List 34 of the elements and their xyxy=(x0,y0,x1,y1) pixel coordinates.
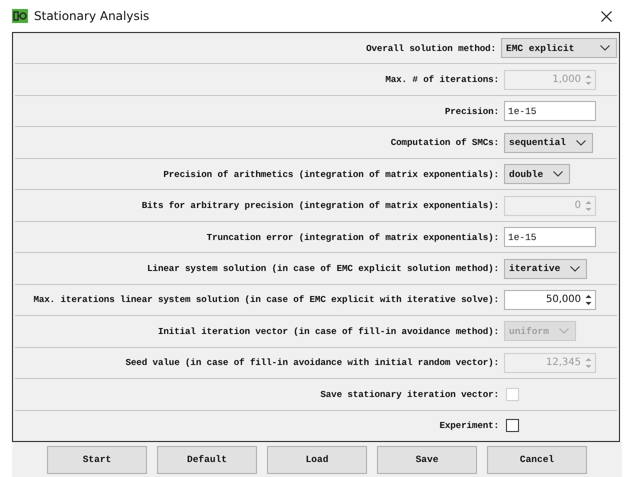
number-spinner[interactable]: 50,000 xyxy=(504,290,596,310)
field-label: Computation of SMCs: xyxy=(390,137,499,148)
dialog-button[interactable]: Load xyxy=(267,446,367,474)
input-field[interactable]: 1e-15 xyxy=(504,101,596,122)
field-label: Seed value (in case of fill-in avoidance with initial random vector): xyxy=(124,357,499,368)
window-title: Stationary Analysis xyxy=(34,9,150,23)
dialog-button[interactable]: Cancel xyxy=(487,446,587,474)
chevron-icon xyxy=(553,171,564,178)
dropdown[interactable]: sequential xyxy=(504,132,594,153)
field-label: Precision of arithmetics (integration of matrix exponentials): xyxy=(162,168,499,180)
field-label: Overall solution method: xyxy=(365,42,496,54)
field-label: Bits for arbitrary precision (integration of matrix exponentials): xyxy=(140,200,499,212)
chevron-icon xyxy=(600,45,610,52)
field-label: Max. # of iterations: xyxy=(384,74,499,86)
close-icon[interactable] xyxy=(601,10,612,22)
field-label: Initial iteration vector (in case of fill-in avoidance method): xyxy=(156,326,499,337)
checkbox[interactable] xyxy=(506,419,519,432)
field-label: Precision: xyxy=(444,106,499,117)
dialog-button[interactable]: Start xyxy=(47,446,147,474)
dropdown[interactable]: iterative xyxy=(504,258,588,279)
field-label: Max. iterations linear system solution (in case of EMC explicit with iterative solve): xyxy=(32,294,499,306)
input-field[interactable]: 1e-15 xyxy=(504,227,596,248)
field-label: Experiment: xyxy=(438,420,499,432)
app-icon xyxy=(12,9,28,23)
field-label: Linear system solution (in case of EMC explicit solution method): xyxy=(146,263,499,274)
chevron-icon xyxy=(570,266,580,272)
dialog-button[interactable]: Save xyxy=(377,446,477,474)
chevron-icon xyxy=(558,328,569,334)
field-label: Save stationary iteration vector: xyxy=(319,388,499,400)
dialog-button[interactable]: Default xyxy=(157,446,257,474)
dropdown[interactable]: double xyxy=(504,164,570,184)
dropdown[interactable]: EMC explicit xyxy=(501,38,617,58)
chevron-icon xyxy=(576,140,586,146)
field-label: Truncation error (integration of matrix exponentials): xyxy=(206,232,499,243)
